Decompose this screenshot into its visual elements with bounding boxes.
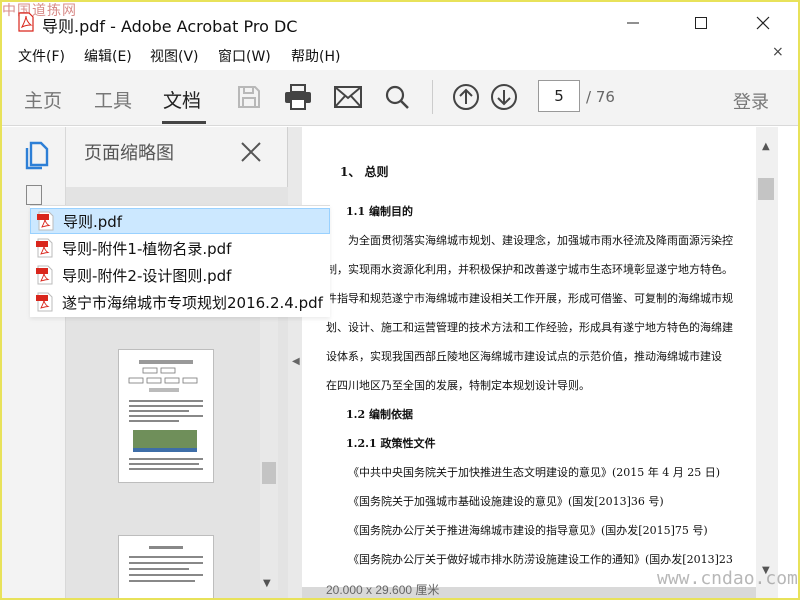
close-icon bbox=[241, 142, 261, 162]
toolbar-separator bbox=[432, 80, 433, 114]
paragraph-line: 为全面贯彻落实海绵城市规划、建设理念，加强城市雨水径流及降雨面源污染控 bbox=[348, 234, 733, 247]
right-margin bbox=[778, 127, 800, 600]
reference-line: 《国务院办公厅关于做好城市排水防涝设施建设工作的通知》(国办发[2013]23 bbox=[348, 553, 733, 566]
print-button[interactable] bbox=[283, 82, 313, 112]
panel-title: 页面缩略图 bbox=[84, 143, 174, 164]
close-document-button[interactable]: × bbox=[772, 44, 784, 60]
toolbar: 主页 工具 文档 5 / 76 登录 bbox=[0, 70, 800, 126]
tab-home[interactable]: 主页 bbox=[24, 86, 62, 113]
pdf-file-icon bbox=[36, 292, 53, 312]
page-thumbnail[interactable] bbox=[118, 349, 214, 483]
menu-window[interactable]: 窗口(W) bbox=[218, 46, 271, 66]
heading-1-2: 1.2 编制依据 bbox=[346, 408, 413, 421]
minimize-icon bbox=[627, 22, 639, 24]
document-view[interactable]: 1、 总则 1.1 编制目的 为全面贯彻落实海绵城市规划、建设理念，加强城市雨水… bbox=[302, 127, 756, 600]
menu-help[interactable]: 帮助(H) bbox=[291, 46, 340, 66]
file-name: 导则.pdf bbox=[63, 212, 123, 231]
title-bar: 中国道拣网 导则.pdf - Adobe Acrobat Pro DC bbox=[0, 0, 800, 44]
menu-file[interactable]: 文件(F) bbox=[18, 46, 65, 66]
close-icon bbox=[756, 16, 770, 30]
paragraph-line: 划、设计、施工和运营管理的技术方法和工作经验，形成具有遂宁地方特色的海绵建 bbox=[326, 321, 733, 334]
navigation-rail bbox=[0, 127, 66, 600]
tab-tools[interactable]: 工具 bbox=[94, 86, 132, 113]
email-button[interactable] bbox=[333, 82, 363, 112]
page-number-input[interactable]: 5 bbox=[538, 80, 580, 112]
active-tab-indicator bbox=[162, 121, 206, 124]
pdf-file-icon bbox=[36, 238, 53, 258]
search-button[interactable] bbox=[382, 82, 412, 112]
close-window-button[interactable] bbox=[740, 8, 786, 38]
acrobat-app-icon bbox=[18, 12, 34, 32]
close-panel-button[interactable] bbox=[236, 137, 266, 167]
panel-scroll-down-icon[interactable]: ▼ bbox=[263, 578, 271, 589]
page-thumbnails-icon[interactable] bbox=[22, 141, 50, 171]
maximize-icon bbox=[695, 17, 707, 29]
pdf-file-icon bbox=[36, 265, 53, 285]
panel-scrollbar-thumb[interactable] bbox=[262, 462, 276, 484]
heading-1: 1、 总则 bbox=[340, 165, 389, 179]
thumbnail-panel: 页面缩略图 bbox=[66, 127, 288, 600]
file-name: 遂宁市海绵城市专项规划2016.2.4.pdf bbox=[62, 293, 323, 312]
file-item[interactable]: 导则.pdf bbox=[30, 208, 330, 234]
scroll-up-icon[interactable]: ▲ bbox=[762, 141, 770, 152]
search-icon bbox=[385, 85, 409, 109]
email-icon bbox=[334, 86, 362, 108]
minimize-button[interactable] bbox=[610, 8, 656, 38]
file-item[interactable]: 导则-附件1-植物名录.pdf bbox=[30, 235, 330, 261]
pdf-file-icon bbox=[37, 211, 54, 231]
file-item[interactable]: 遂宁市海绵城市专项规划2016.2.4.pdf bbox=[30, 289, 330, 315]
collapse-panel-icon[interactable]: ◀ bbox=[292, 356, 300, 367]
menu-view[interactable]: 视图(V) bbox=[150, 46, 199, 66]
page-down-icon bbox=[491, 84, 517, 110]
maximize-button[interactable] bbox=[678, 8, 724, 38]
paragraph-line: 件指导和规范遂宁市海绵城市建设相关工作开展，形成可借鉴、可复制的海绵城市规 bbox=[326, 292, 733, 305]
login-button[interactable]: 登录 bbox=[733, 88, 769, 114]
page-thumbnail[interactable] bbox=[118, 535, 214, 600]
document-page: 1、 总则 1.1 编制目的 为全面贯彻落实海绵城市规划、建设理念，加强城市雨水… bbox=[302, 127, 756, 587]
file-name: 导则-附件1-植物名录.pdf bbox=[62, 239, 232, 258]
paragraph-line: 制，实现雨水资源化利用，并积极保护和改善遂宁城市生态环境彰显遂宁地方特色。 bbox=[326, 263, 733, 276]
reference-line: 《国务院关于加强城市基础设施建设的意见》(国发[2013]36 号) bbox=[348, 495, 664, 508]
paragraph-line: 在四川地区乃至全国的发展，特制定本规划设计导则。 bbox=[326, 379, 590, 392]
window-title: 导则.pdf - Adobe Acrobat Pro DC bbox=[42, 17, 298, 36]
bookmarks-icon[interactable] bbox=[26, 185, 42, 205]
file-item[interactable]: 导则-附件2-设计图则.pdf bbox=[30, 262, 330, 288]
heading-1-1: 1.1 编制目的 bbox=[346, 205, 413, 218]
thumbnail-content bbox=[128, 360, 203, 470]
page-size-label: 20.000 x 29.600 厘米 bbox=[326, 583, 440, 597]
file-name: 导则-附件2-设计图则.pdf bbox=[62, 266, 232, 285]
previous-page-button[interactable] bbox=[451, 82, 481, 112]
menu-bar: 文件(F) 编辑(E) 视图(V) 窗口(W) 帮助(H) bbox=[0, 44, 800, 66]
page-total: / 76 bbox=[586, 88, 615, 106]
save-icon bbox=[238, 86, 260, 108]
heading-1-2-1: 1.2.1 政策性文件 bbox=[346, 437, 436, 450]
print-icon bbox=[285, 84, 311, 110]
save-button[interactable] bbox=[234, 82, 264, 112]
thumbnail-content bbox=[129, 546, 203, 582]
watermark-bottom-right: www.cndao.com bbox=[657, 568, 798, 589]
next-page-button[interactable] bbox=[489, 82, 519, 112]
menu-edit[interactable]: 编辑(E) bbox=[84, 46, 132, 66]
page-up-icon bbox=[453, 84, 479, 110]
reference-line: 《国务院办公厅关于推进海绵城市建设的指导意见》(国办发[2015]75 号) bbox=[348, 524, 708, 537]
open-files-list: 导则.pdf 导则-附件1-植物名录.pdf 导则-附件2-设计图则.pdf 遂… bbox=[30, 205, 330, 317]
paragraph-line: 设体系，实现我国西部丘陵地区海绵城市建设试点的示范价值，推动海绵城市建设 bbox=[326, 350, 722, 363]
document-scrollbar-thumb[interactable] bbox=[758, 178, 774, 200]
reference-line: 《中共中央国务院关于加快推进生态文明建设的意见》(2015 年 4 月 25 日… bbox=[348, 466, 721, 479]
tab-document[interactable]: 文档 bbox=[163, 86, 201, 113]
